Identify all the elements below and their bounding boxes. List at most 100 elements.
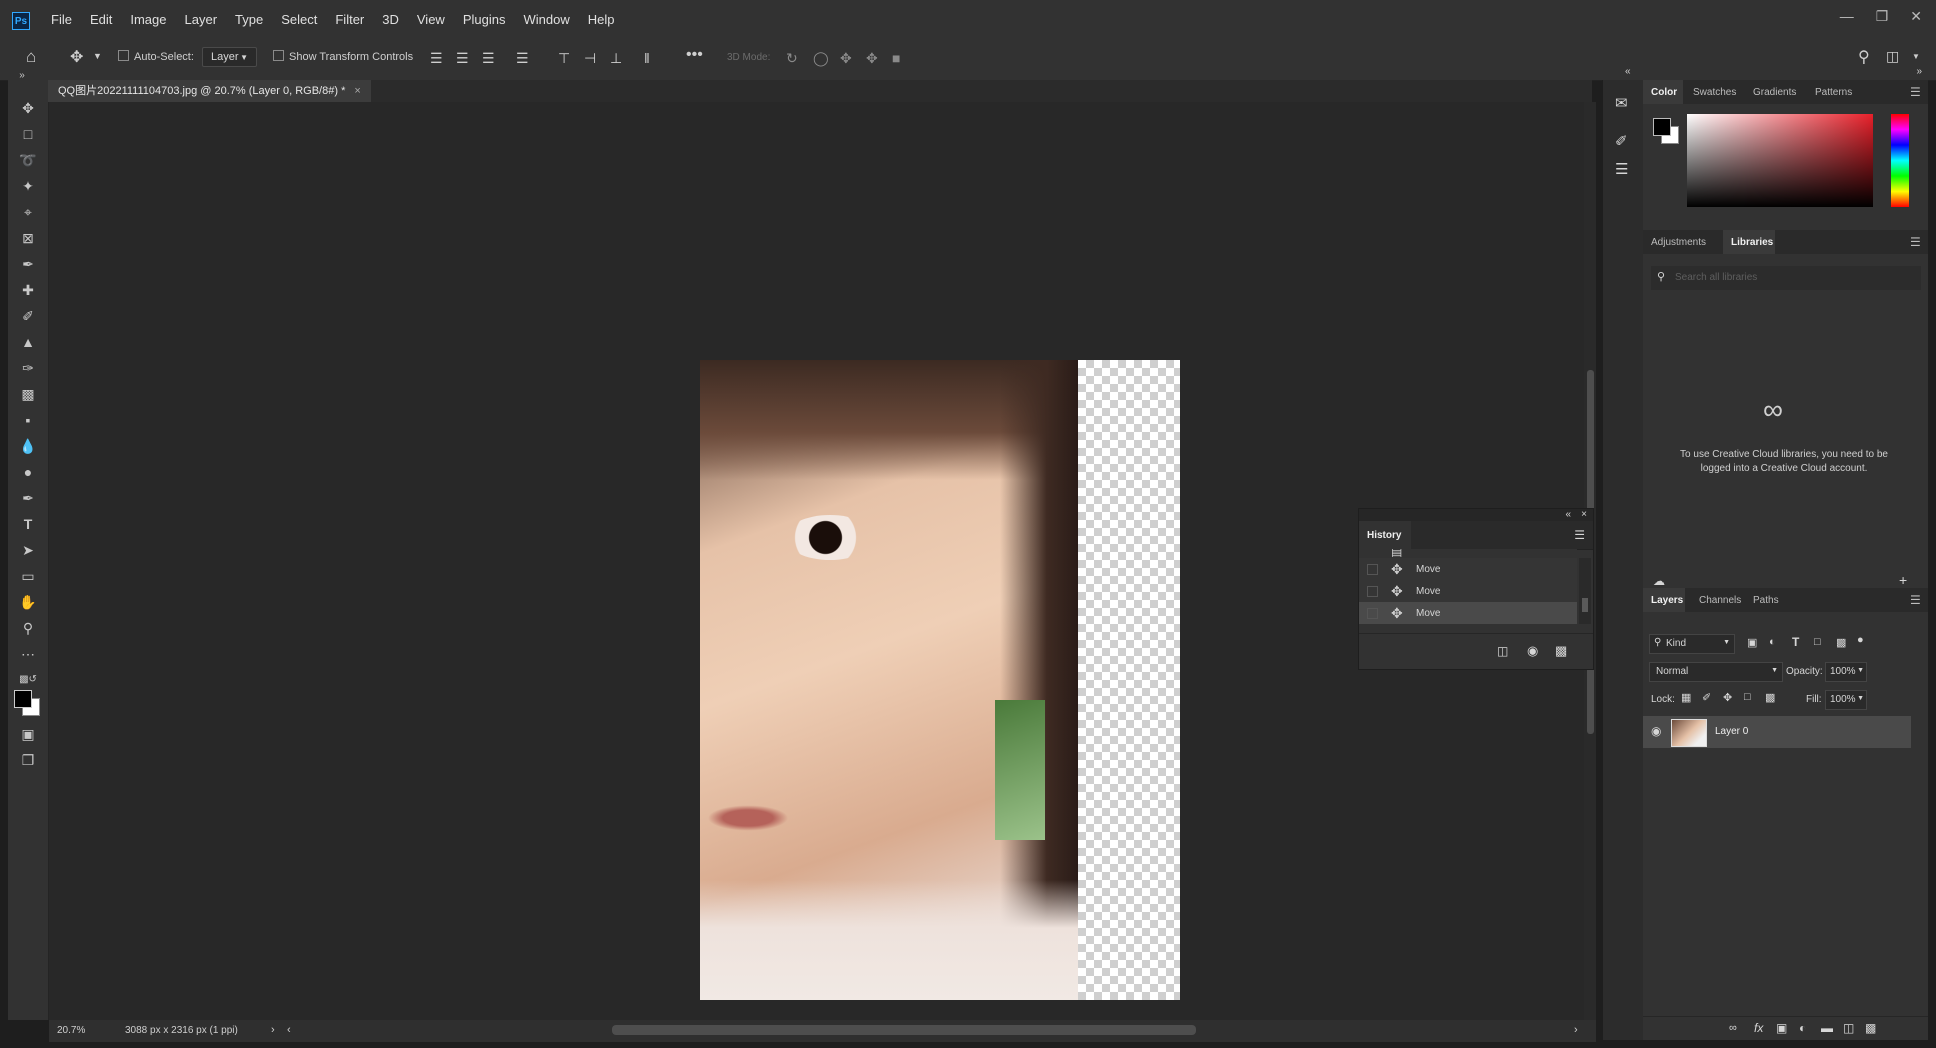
filter-pixel-icon[interactable]: ▣	[1747, 636, 1757, 649]
eraser-tool-icon[interactable]: ▩	[18, 384, 38, 404]
adjustment-layer-icon[interactable]: ◐	[1799, 1021, 1806, 1035]
panel-menu-icon[interactable]: ☰	[1910, 593, 1921, 607]
blend-mode-dropdown[interactable]: Normal ▼	[1649, 662, 1783, 682]
fx-icon[interactable]: fx	[1754, 1021, 1763, 1035]
tab-gradients[interactable]: Gradients	[1753, 87, 1796, 98]
collapse-icon[interactable]: «	[1565, 509, 1571, 520]
default-colors-icon[interactable]: ▩↺	[18, 670, 38, 690]
fill-input[interactable]: 100% ▼	[1825, 690, 1867, 710]
blur-tool-icon[interactable]: 💧	[18, 436, 38, 456]
add-mask-icon[interactable]: ▣	[1776, 1021, 1787, 1035]
cloud-sync-icon[interactable]: ☁	[1653, 574, 1665, 588]
properties-icon[interactable]: ☰	[1615, 160, 1628, 178]
align-center-icon[interactable]: ☰	[456, 50, 469, 67]
brush-settings-icon[interactable]: ✐	[1615, 132, 1628, 150]
tab-channels[interactable]: Channels	[1699, 595, 1741, 606]
history-scrollbar[interactable]	[1579, 558, 1591, 624]
color-field[interactable]	[1687, 114, 1873, 207]
chevron-right-icon[interactable]: ›	[271, 1024, 275, 1036]
auto-select-checkbox[interactable]: Auto-Select:	[118, 50, 194, 63]
frame-tool-icon[interactable]: ⊠	[18, 228, 38, 248]
menu-layer[interactable]: Layer	[176, 12, 227, 28]
hue-slider[interactable]	[1891, 114, 1909, 207]
new-document-from-state-icon[interactable]: ◫	[1497, 644, 1508, 658]
panel-menu-icon[interactable]: ☰	[1574, 528, 1585, 542]
history-tab[interactable]: History	[1367, 530, 1401, 541]
rectangle-tool-icon[interactable]: ▭	[18, 566, 38, 586]
move-tool-icon[interactable]: ✥	[18, 98, 38, 118]
history-item[interactable]: ✥ Move	[1359, 580, 1577, 602]
snapshot-checkbox[interactable]	[1367, 564, 1378, 575]
lock-image-icon[interactable]: ✐	[1702, 691, 1711, 704]
align-left-icon[interactable]: ☰	[430, 50, 443, 67]
tab-libraries[interactable]: Libraries	[1731, 237, 1773, 248]
brush-tool-icon[interactable]: ✐	[18, 306, 38, 326]
lock-position-icon[interactable]: ✥	[1723, 691, 1732, 704]
layer-row[interactable]: ◉ Layer 0	[1643, 716, 1911, 748]
menu-help[interactable]: Help	[579, 12, 624, 28]
menu-file[interactable]: File	[42, 12, 81, 28]
foreground-color-swatch[interactable]	[14, 690, 32, 708]
scroll-left-icon[interactable]: ‹	[287, 1024, 291, 1036]
3d-roll-icon[interactable]: ◯	[813, 50, 829, 67]
screen-mode-icon[interactable]: ❐	[18, 750, 38, 770]
library-search[interactable]: ⚲ Search all libraries	[1651, 266, 1921, 290]
home-icon[interactable]: ⌂	[26, 47, 36, 67]
close-tab-icon[interactable]: ×	[354, 85, 360, 97]
quick-mask-icon[interactable]: ▣	[18, 724, 38, 744]
filter-adjustment-icon[interactable]: ◐	[1769, 636, 1776, 648]
tab-color[interactable]: Color	[1651, 87, 1677, 98]
history-brush-tool-icon[interactable]: ✑	[18, 358, 38, 378]
auto-select-dropdown[interactable]: Layer ▼	[202, 47, 257, 67]
trash-icon[interactable]: ▩	[1555, 643, 1567, 659]
add-icon[interactable]: +	[1899, 572, 1907, 588]
lock-artboard-icon[interactable]: □	[1744, 691, 1751, 703]
path-selection-tool-icon[interactable]: ➤	[18, 540, 38, 560]
lock-all-icon[interactable]: ▩	[1765, 691, 1775, 704]
filter-toggle-icon[interactable]: ●	[1857, 634, 1864, 646]
history-item-selected[interactable]: ✥ Move	[1359, 602, 1577, 624]
eyedropper-tool-icon[interactable]: ✒	[18, 254, 38, 274]
menu-select[interactable]: Select	[272, 12, 326, 28]
link-layers-icon[interactable]: ∞	[1729, 1022, 1737, 1034]
3d-pan-icon[interactable]: ✥	[840, 50, 852, 67]
workspace-icon[interactable]: ◫	[1886, 48, 1899, 65]
horizontal-scrollbar-thumb[interactable]	[612, 1025, 1196, 1035]
lock-transparent-icon[interactable]: ▦	[1681, 691, 1691, 704]
distribute-vertical-icon[interactable]: ☰	[516, 50, 529, 67]
3d-slide-icon[interactable]: ✥	[866, 50, 878, 67]
tab-swatches[interactable]: Swatches	[1693, 87, 1736, 98]
comments-icon[interactable]: ✉	[1615, 94, 1628, 112]
tab-patterns[interactable]: Patterns	[1815, 87, 1852, 98]
align-bottom-icon[interactable]: ⊥	[610, 50, 622, 67]
menu-edit[interactable]: Edit	[81, 12, 121, 28]
collapse-chevron-icon[interactable]: «	[1625, 66, 1631, 77]
move-tool-preset-icon[interactable]: ✥	[70, 47, 83, 67]
marquee-tool-icon[interactable]: □	[18, 124, 38, 144]
new-group-icon[interactable]: ▬	[1821, 1021, 1833, 1035]
chevron-down-icon[interactable]: ▼	[93, 51, 102, 61]
history-scrollbar-thumb[interactable]	[1582, 598, 1588, 612]
layer-filter-dropdown[interactable]: ⚲ Kind ▼	[1649, 634, 1735, 654]
new-layer-icon[interactable]: ◫	[1843, 1021, 1854, 1035]
menu-image[interactable]: Image	[121, 12, 175, 28]
3d-orbit-icon[interactable]: ↻	[786, 50, 798, 67]
snapshot-checkbox[interactable]	[1367, 608, 1378, 619]
collapse-chevron-icon[interactable]: »	[12, 66, 32, 86]
menu-window[interactable]: Window	[514, 12, 578, 28]
close-icon[interactable]: ✕	[1910, 8, 1922, 25]
scroll-right-icon[interactable]: ›	[1574, 1024, 1578, 1036]
close-icon[interactable]: ×	[1581, 509, 1587, 520]
zoom-tool-icon[interactable]: ⚲	[18, 618, 38, 638]
menu-type[interactable]: Type	[226, 12, 272, 28]
show-transform-checkbox[interactable]: Show Transform Controls	[273, 50, 413, 63]
magic-wand-tool-icon[interactable]: ✦	[18, 176, 38, 196]
tab-adjustments[interactable]: Adjustments	[1651, 237, 1706, 248]
tab-paths[interactable]: Paths	[1753, 595, 1779, 606]
crop-tool-icon[interactable]: ⌖	[18, 202, 38, 222]
document-tab[interactable]: QQ图片20221111104703.jpg @ 20.7% (Layer 0,…	[48, 80, 371, 102]
align-middle-icon[interactable]: ⊣	[584, 50, 596, 67]
panel-menu-icon[interactable]: ☰	[1910, 85, 1921, 99]
align-right-icon[interactable]: ☰	[482, 50, 495, 67]
menu-view[interactable]: View	[408, 12, 454, 28]
